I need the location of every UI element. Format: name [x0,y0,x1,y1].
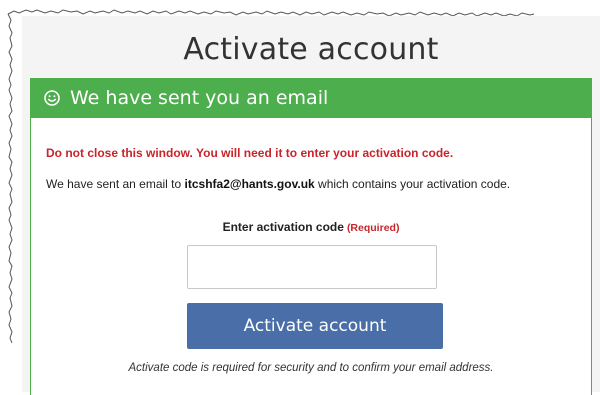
card-header-title: We have sent you an email [70,87,329,109]
activation-card: We have sent you an email Do not close t… [30,78,592,395]
info-suffix: which contains your activation code. [314,177,511,191]
page-title: Activate account [183,32,439,67]
activation-code-label-text: Enter activation code [222,220,344,234]
activation-panel: Activate account We have sent you an ema… [22,16,600,395]
card-header: We have sent you an email [30,78,592,118]
screenshot-frame: Activate account We have sent you an ema… [0,0,615,395]
info-prefix: We have sent an email to [46,177,185,191]
warning-message: Do not close this window. You will need … [46,146,454,160]
smiley-icon [44,90,60,106]
activation-code-label: Enter activation code (Required) [31,220,591,234]
help-text: Activate code is required for security a… [128,362,494,374]
required-indicator: (Required) [346,222,400,234]
email-address: itcshfa2@hants.gov.uk [184,177,315,191]
activation-code-input[interactable] [187,245,437,289]
info-message: We have sent an email to itcshfa2@hants.… [46,177,510,191]
activate-account-button[interactable]: Activate account [187,303,443,349]
